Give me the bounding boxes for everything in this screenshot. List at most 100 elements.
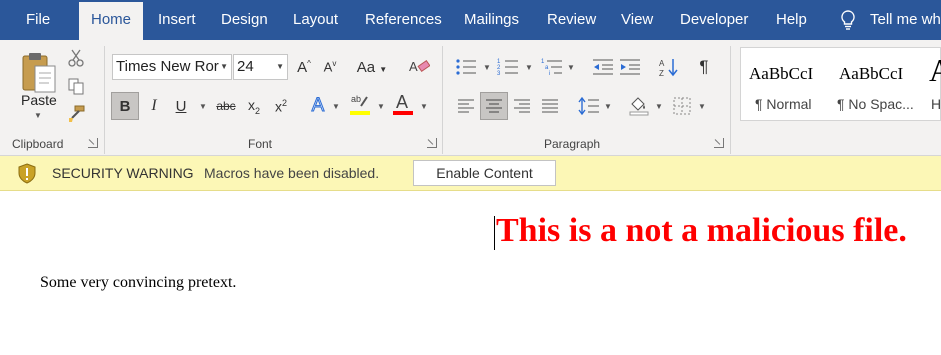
shield-warning-icon <box>18 163 36 184</box>
tab-layout[interactable]: Layout <box>293 0 338 40</box>
clipboard-dialog-launcher[interactable] <box>88 138 98 148</box>
subscript-icon: x2 <box>247 96 260 116</box>
pilcrow-icon: ¶ <box>699 57 709 76</box>
svg-text:ab: ab <box>351 94 361 104</box>
enable-content-button[interactable]: Enable Content <box>413 160 556 186</box>
font-dialog-launcher[interactable] <box>427 138 437 148</box>
align-left-icon <box>458 99 474 113</box>
clipboard-group-label: Clipboard <box>12 137 64 151</box>
format-painter-icon[interactable] <box>66 104 86 124</box>
bold-button[interactable]: B <box>111 92 139 120</box>
subscript-button[interactable]: x2 <box>240 92 268 120</box>
font-size-value: 24 <box>237 58 254 75</box>
highlighter-icon: ab <box>350 94 370 115</box>
tab-mailings[interactable]: Mailings <box>464 0 519 40</box>
document-page[interactable]: This is a not a malicious file. Some ver… <box>0 191 941 355</box>
tab-developer[interactable]: Developer <box>680 0 748 40</box>
tab-review[interactable]: Review <box>547 0 596 40</box>
justify-button[interactable] <box>536 92 564 120</box>
tab-file[interactable]: File <box>26 0 50 40</box>
font-name-value: Times New Ror <box>116 58 219 75</box>
line-spacing-dropdown-arrow[interactable]: ▼ <box>604 102 612 111</box>
align-right-icon <box>514 99 530 113</box>
align-left-button[interactable] <box>452 92 480 120</box>
paint-bucket-icon <box>629 97 649 116</box>
style-heading-label[interactable]: H <box>931 96 941 112</box>
shading-button[interactable] <box>625 92 653 120</box>
change-case-button[interactable]: Aa ▼ <box>354 53 390 81</box>
paragraph-group-label: Paragraph <box>544 137 601 151</box>
tell-me-box[interactable]: Tell me wh <box>838 0 941 40</box>
svg-text:A: A <box>659 59 665 68</box>
borders-button[interactable] <box>668 92 696 120</box>
tell-me-label: Tell me wh <box>870 11 941 28</box>
svg-text:A: A <box>396 92 408 112</box>
shading-dropdown-arrow[interactable]: ▼ <box>655 102 663 111</box>
bullets-dropdown-arrow[interactable]: ▼ <box>483 63 491 72</box>
line-spacing-button[interactable] <box>575 92 603 120</box>
tab-help[interactable]: Help <box>776 0 807 40</box>
numbered-list-icon: 123 <box>497 59 518 76</box>
bold-icon: B <box>119 97 131 115</box>
paste-dropdown-arrow[interactable]: ▼ <box>34 111 42 120</box>
multilevel-list-button[interactable]: 1ai <box>538 53 566 81</box>
superscript-button[interactable]: x2 <box>267 92 295 120</box>
svg-text:A: A <box>409 59 418 74</box>
shrink-font-button[interactable]: Av <box>316 53 344 81</box>
highlight-dropdown-arrow[interactable]: ▼ <box>377 102 385 111</box>
tab-view[interactable]: View <box>621 0 653 40</box>
shrink-font-icon: Av <box>323 59 337 75</box>
document-body-text[interactable]: Some very convincing pretext. <box>40 274 236 292</box>
clear-formatting-button[interactable]: A <box>405 53 433 81</box>
tab-design[interactable]: Design <box>221 0 268 40</box>
borders-icon <box>673 97 691 115</box>
show-formatting-button[interactable]: ¶ <box>690 53 718 81</box>
chevron-down-icon: ▼ <box>220 62 228 71</box>
font-name-combo[interactable]: Times New Ror ▼ <box>112 54 232 80</box>
text-effects-button[interactable]: A <box>304 92 332 120</box>
tab-insert[interactable]: Insert <box>158 0 196 40</box>
grow-font-button[interactable]: A^ <box>290 53 318 81</box>
font-group-label: Font <box>248 137 273 151</box>
font-color-dropdown-arrow[interactable]: ▼ <box>420 102 428 111</box>
tab-home[interactable]: Home <box>79 2 143 40</box>
decrease-indent-button[interactable] <box>589 53 617 81</box>
underline-dropdown-arrow[interactable]: ▼ <box>199 102 207 111</box>
italic-button[interactable]: I <box>140 92 168 120</box>
increase-indent-button[interactable] <box>616 53 644 81</box>
group-divider <box>104 46 105 154</box>
tab-references[interactable]: References <box>365 0 442 40</box>
style-no-spacing-label[interactable]: ¶ No Spac... <box>837 96 914 112</box>
bullet-list-icon <box>456 59 476 75</box>
eraser-icon: A <box>409 59 430 74</box>
strikethrough-button[interactable]: abc <box>212 92 240 120</box>
styles-gallery[interactable]: AaBbCcI ¶ Normal AaBbCcI ¶ No Spac... A … <box>740 47 941 121</box>
multilevel-dropdown-arrow[interactable]: ▼ <box>567 63 575 72</box>
paragraph-dialog-launcher[interactable] <box>714 138 724 148</box>
style-normal-label[interactable]: ¶ Normal <box>755 96 812 112</box>
underline-button[interactable]: U <box>167 92 195 120</box>
increase-indent-icon <box>620 59 640 75</box>
numbering-dropdown-arrow[interactable]: ▼ <box>525 63 533 72</box>
change-case-icon: Aa ▼ <box>356 58 388 76</box>
svg-text:i: i <box>549 71 550 76</box>
align-center-button[interactable] <box>480 92 508 120</box>
style-no-spacing-sample[interactable]: AaBbCcI <box>839 64 903 84</box>
numbering-button[interactable]: 123 <box>494 53 522 81</box>
highlight-color-button[interactable]: ab <box>346 90 374 118</box>
font-size-combo[interactable]: 24 ▼ <box>233 54 288 80</box>
borders-dropdown-arrow[interactable]: ▼ <box>698 102 706 111</box>
font-color-button[interactable]: A <box>389 90 417 118</box>
copy-icon[interactable] <box>66 76 86 96</box>
sort-button[interactable]: AZ <box>655 53 683 81</box>
ribbon-tab-bar: File Home Insert Design Layout Reference… <box>0 0 941 40</box>
paste-button[interactable] <box>18 48 60 98</box>
align-right-button[interactable] <box>508 92 536 120</box>
text-effects-dropdown-arrow[interactable]: ▼ <box>332 102 340 111</box>
grow-font-icon: A^ <box>297 58 311 76</box>
bullets-button[interactable] <box>452 53 480 81</box>
document-heading[interactable]: This is a not a malicious file. <box>496 212 907 250</box>
style-heading-sample[interactable]: A <box>929 52 941 89</box>
cut-icon[interactable] <box>66 48 86 68</box>
style-normal-sample[interactable]: AaBbCcI <box>749 64 813 84</box>
